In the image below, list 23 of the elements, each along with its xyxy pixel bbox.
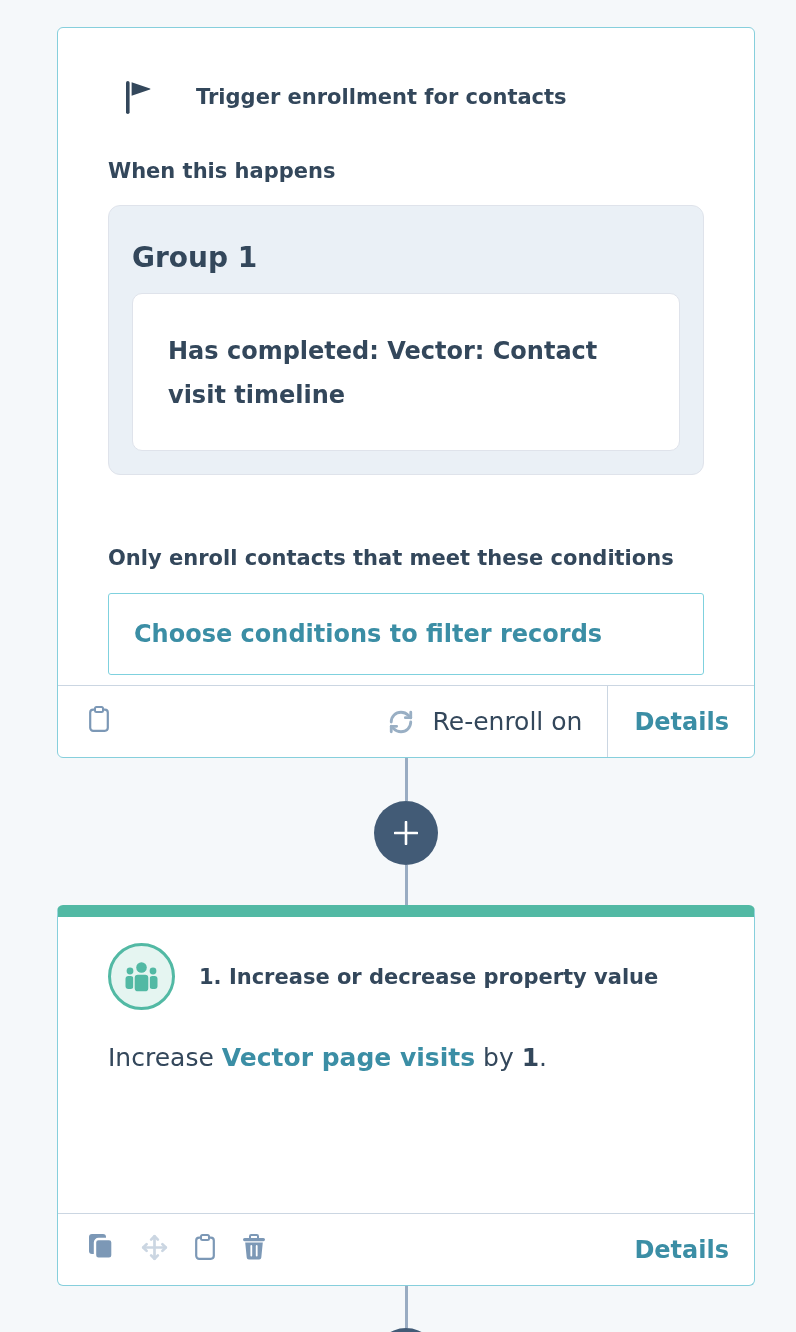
connector-line — [404, 865, 408, 905]
condition-text: Has completed: Vector: Contact visit timeline — [168, 337, 598, 409]
trigger-title: Trigger enrollment for contacts — [196, 84, 567, 111]
action-title: 1. Increase or decrease property value — [199, 963, 659, 991]
group-title: Group 1 — [132, 241, 259, 275]
property-link[interactable]: Vector page visits — [221, 1043, 476, 1072]
copy-icon[interactable] — [89, 1234, 114, 1260]
filter-conditions-button[interactable]: Choose conditions to filter records — [108, 593, 704, 675]
details-link[interactable]: Details — [608, 1214, 754, 1285]
team-icon — [108, 943, 175, 1010]
plus-icon — [394, 821, 418, 845]
details-link[interactable]: Details — [607, 686, 754, 757]
refresh-icon — [387, 708, 414, 735]
clipboard-icon[interactable] — [195, 1234, 215, 1260]
flag-icon — [126, 80, 151, 114]
trash-icon[interactable] — [242, 1234, 266, 1260]
reenroll-status: Re-enroll on — [432, 705, 583, 738]
trigger-label: When this happens — [108, 158, 337, 185]
filter-label: Only enroll contacts that meet these conditions — [108, 545, 675, 572]
connector-line — [404, 758, 408, 801]
action-description: Increase Vector page visits by 1. — [108, 1042, 549, 1074]
clipboard-icon[interactable] — [89, 706, 109, 732]
connector-line — [404, 1286, 408, 1328]
